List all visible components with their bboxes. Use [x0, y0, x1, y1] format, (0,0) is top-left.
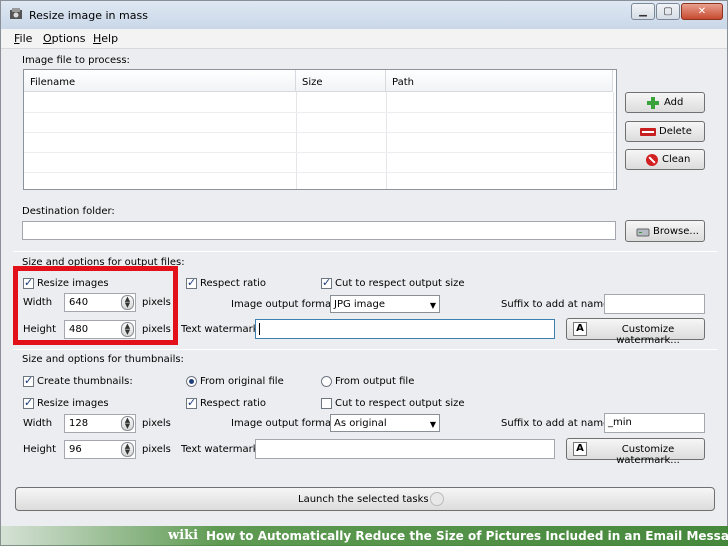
thumb-customize-watermark-button[interactable]: A Customize watermark...: [566, 438, 705, 466]
spinner-icon: [430, 492, 444, 506]
thumb-watermark-input[interactable]: [255, 439, 555, 459]
respect-ratio-checkbox[interactable]: [186, 276, 197, 289]
column-path[interactable]: Path: [386, 70, 613, 92]
thumb-width-unit: pixels: [142, 418, 171, 429]
from-original-radio[interactable]: [186, 376, 197, 387]
thumb-format-label: Image output format:: [231, 418, 339, 429]
thumb-width-label: Width: [23, 418, 53, 429]
text-cursor: [259, 323, 260, 335]
menu-help[interactable]: Help: [93, 32, 118, 45]
thumb-format-select[interactable]: As original ▼: [330, 414, 440, 432]
app-window: Resize image in mass ▁ ▢ ✕ File Options …: [0, 0, 728, 546]
cut-label: Cut to respect output size: [335, 278, 465, 289]
create-thumbnails-checkbox[interactable]: [23, 374, 34, 387]
respect-ratio-label: Respect ratio: [200, 278, 267, 289]
delete-button[interactable]: Delete: [625, 121, 705, 142]
watermark-input[interactable]: [255, 319, 555, 339]
maximize-icon: ▢: [663, 6, 673, 17]
thumb-height-unit: pixels: [142, 444, 171, 455]
thumb-watermark-label: Text watermark:: [181, 444, 262, 455]
banner-wiki: wiki: [168, 528, 199, 543]
from-output-label: From output file: [335, 376, 415, 387]
close-button[interactable]: ✕: [681, 3, 723, 20]
destination-label: Destination folder:: [22, 206, 115, 217]
destination-input[interactable]: [22, 221, 616, 240]
from-original-label: From original file: [200, 376, 284, 387]
thumbs-section-label: Size and options for thumbnails:: [22, 354, 184, 365]
thumb-suffix-input[interactable]: _min: [604, 413, 705, 433]
thumb-respect-ratio-checkbox[interactable]: [186, 396, 197, 409]
no-entry-icon: [646, 154, 658, 166]
clean-button[interactable]: Clean: [625, 149, 705, 170]
chevron-down-icon: ▼: [429, 420, 436, 429]
files-section-label: Image file to process:: [22, 55, 130, 66]
drive-icon: [636, 228, 650, 237]
thumb-resize-label: Resize images: [37, 398, 109, 409]
column-size[interactable]: Size: [296, 70, 386, 92]
browse-button[interactable]: Browse...: [625, 220, 705, 242]
thumb-cut-label: Cut to respect output size: [335, 398, 465, 409]
minimize-button[interactable]: ▁: [631, 3, 655, 20]
cut-checkbox[interactable]: [321, 276, 332, 289]
from-output-radio[interactable]: [321, 376, 332, 387]
chevron-down-icon: ▼: [429, 301, 436, 310]
suffix-label: Suffix to add at name:: [501, 299, 613, 310]
thumb-suffix-label: Suffix to add at name:: [501, 418, 613, 429]
create-thumbnails-label: Create thumbnails:: [37, 376, 133, 387]
file-list[interactable]: Filename Size Path: [23, 69, 617, 190]
window-title: Resize image in mass: [29, 9, 148, 22]
highlight-box: [13, 266, 178, 345]
app-icon: [10, 8, 22, 19]
banner-text: How to Automatically Reduce the Size of …: [206, 529, 728, 543]
text-icon: A: [573, 442, 587, 456]
thumb-respect-ratio-label: Respect ratio: [200, 398, 267, 409]
thumb-resize-checkbox[interactable]: [23, 396, 34, 409]
menu-bar: File Options Help: [1, 29, 727, 49]
menu-file[interactable]: File: [14, 32, 32, 45]
watermark-banner: wiki How to Automatically Reduce the Siz…: [0, 526, 728, 546]
minimize-icon: ▁: [639, 6, 647, 17]
add-button[interactable]: Add: [625, 92, 705, 113]
format-select[interactable]: JPG image ▼: [330, 295, 440, 313]
launch-button[interactable]: Launch the selected tasks: [15, 487, 715, 511]
format-label: Image output format:: [231, 299, 339, 310]
text-icon: A: [573, 322, 587, 336]
maximize-button[interactable]: ▢: [656, 3, 680, 20]
delete-icon: [640, 128, 656, 136]
close-icon: ✕: [697, 6, 707, 17]
title-bar: Resize image in mass ▁ ▢ ✕: [1, 1, 727, 29]
menu-options[interactable]: Options: [43, 32, 85, 45]
column-filename[interactable]: Filename: [24, 70, 296, 92]
watermark-label: Text watermark:: [181, 324, 262, 335]
thumb-cut-checkbox[interactable]: [321, 398, 332, 409]
customize-watermark-button[interactable]: A Customize watermark...: [566, 318, 705, 346]
suffix-input[interactable]: [604, 294, 705, 314]
thumb-width-spin-buttons[interactable]: ▲ ▼: [121, 416, 134, 431]
plus-icon: [647, 97, 659, 109]
thumb-height-spin-buttons[interactable]: ▲ ▼: [121, 442, 134, 457]
thumb-height-label: Height: [23, 444, 57, 455]
